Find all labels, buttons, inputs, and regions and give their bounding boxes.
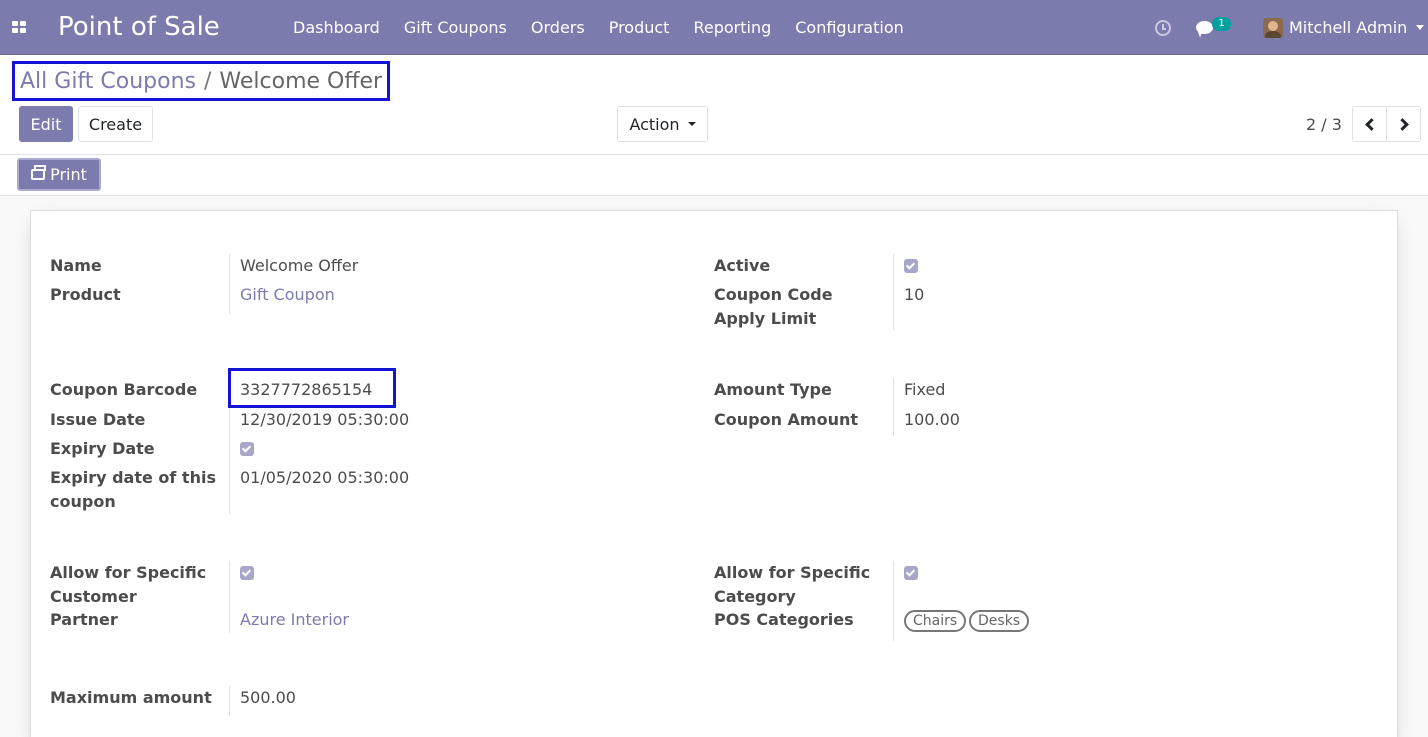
action-dropdown[interactable]: Action	[617, 106, 708, 142]
coupon-code-label: Coupon Code	[714, 285, 833, 304]
category-tag[interactable]: Desks	[969, 610, 1030, 632]
issue-date-value: 12/30/2019 05:30:00	[240, 410, 410, 429]
coupon-barcode-value: 3327772865154	[240, 380, 373, 399]
chat-count-badge: 1	[1212, 17, 1231, 31]
name-value: Welcome Offer	[240, 256, 359, 275]
maximum-amount-label: Maximum amount	[50, 688, 212, 707]
column-divider	[893, 378, 894, 436]
product-link[interactable]: Gift Coupon	[240, 283, 335, 307]
active-checkbox[interactable]	[904, 259, 918, 273]
column-divider	[229, 408, 230, 514]
amount-type-label: Amount Type	[714, 380, 832, 399]
print-label: Print	[50, 165, 87, 184]
menu-dashboard[interactable]: Dashboard	[281, 0, 392, 55]
coupon-amount-label: Coupon Amount	[714, 410, 859, 429]
activity-clock-icon[interactable]	[1155, 0, 1171, 55]
expiry-of-coupon-value: 01/05/2020 05:30:00	[240, 468, 410, 487]
specific-customer-label: Allow for Specific	[50, 563, 207, 582]
product-label: Product	[50, 285, 121, 304]
avatar	[1263, 17, 1283, 38]
column-divider	[893, 561, 894, 641]
chat-icon[interactable]	[1196, 0, 1213, 55]
pos-categories-label: POS Categories	[714, 610, 854, 629]
chevron-right-icon	[1395, 117, 1409, 131]
partner-label: Partner	[50, 610, 118, 629]
specific-customer-checkbox[interactable]	[240, 566, 254, 580]
column-divider	[229, 561, 230, 633]
expiry-date-label: Expiry Date	[50, 439, 155, 458]
menu-orders[interactable]: Orders	[519, 0, 597, 55]
user-name: Mitchell Admin	[1289, 18, 1408, 37]
control-panel: All Gift Coupons / Welcome Offer Edit Cr…	[0, 55, 1428, 155]
create-button[interactable]: Create	[78, 106, 153, 142]
pager-previous-button[interactable]	[1352, 106, 1387, 142]
column-divider	[229, 686, 230, 716]
main-menu: Dashboard Gift Coupons Orders Product Re…	[281, 0, 916, 55]
column-divider	[893, 254, 894, 330]
category-tag[interactable]: Chairs	[904, 610, 967, 632]
breadcrumb-current: Welcome Offer	[219, 68, 383, 94]
name-label: Name	[50, 256, 102, 275]
coupon-amount-value: 100.00	[904, 410, 960, 429]
expiry-date-checkbox[interactable]	[240, 442, 254, 456]
apply-limit-label: Apply Limit	[714, 309, 817, 328]
printer-icon	[31, 165, 47, 180]
edit-button[interactable]: Edit	[19, 106, 73, 142]
pager-value[interactable]: 2 / 3	[1306, 115, 1342, 134]
caret-down-icon	[1416, 25, 1425, 30]
action-label: Action	[629, 114, 680, 134]
user-menu[interactable]: Mitchell Admin	[1263, 0, 1425, 55]
menu-gift-coupons[interactable]: Gift Coupons	[392, 0, 519, 55]
chevron-left-icon	[1364, 117, 1378, 131]
specific-category-label: Allow for Specific	[714, 563, 871, 582]
apps-grid-icon[interactable]	[12, 21, 26, 33]
specific-category-label-line2: Category	[714, 587, 796, 606]
active-label: Active	[714, 256, 771, 275]
form-statusbar: Print	[0, 155, 1428, 196]
partner-link[interactable]: Azure Interior	[240, 608, 349, 632]
amount-type-value: Fixed	[904, 380, 946, 399]
maximum-amount-value: 500.00	[240, 688, 296, 707]
expiry-of-coupon-label: Expiry date of this	[50, 468, 216, 487]
column-divider	[229, 254, 230, 314]
specific-customer-label-line2: Customer	[50, 587, 137, 606]
app-title[interactable]: Point of Sale	[58, 12, 220, 42]
breadcrumb-parent-link[interactable]: All Gift Coupons	[20, 69, 196, 94]
issue-date-label: Issue Date	[50, 410, 146, 429]
top-navbar: Point of Sale Dashboard Gift Coupons Ord…	[0, 0, 1428, 55]
breadcrumb-separator: /	[204, 68, 212, 94]
menu-configuration[interactable]: Configuration	[783, 0, 916, 55]
apply-limit-value: 10	[904, 285, 925, 304]
coupon-barcode-label: Coupon Barcode	[50, 380, 198, 399]
menu-product[interactable]: Product	[597, 0, 682, 55]
pager-next-button[interactable]	[1386, 106, 1421, 142]
print-button[interactable]: Print	[17, 158, 101, 191]
breadcrumb: All Gift Coupons / Welcome Offer	[12, 61, 391, 101]
menu-reporting[interactable]: Reporting	[681, 0, 783, 55]
specific-category-checkbox[interactable]	[904, 566, 918, 580]
expiry-of-coupon-label-line2: coupon	[50, 492, 116, 511]
caret-down-icon	[687, 122, 696, 126]
